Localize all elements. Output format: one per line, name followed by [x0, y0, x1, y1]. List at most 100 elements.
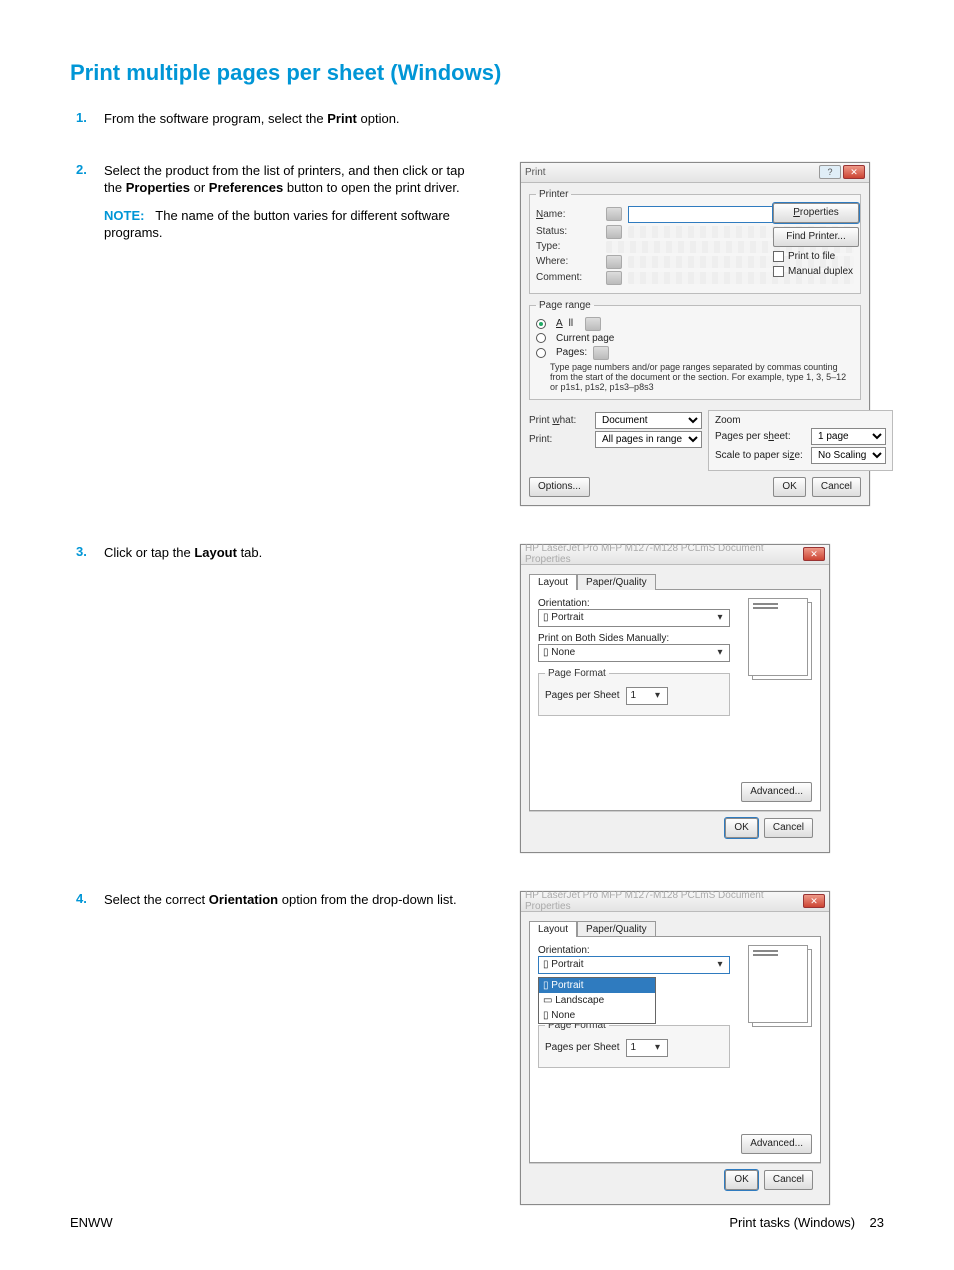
- comment-icon: [606, 271, 622, 285]
- options-button[interactable]: Options...: [529, 477, 590, 497]
- where-label: Where:: [536, 256, 600, 267]
- pages-per-sheet-select[interactable]: 1 page: [811, 428, 886, 445]
- tab-layout[interactable]: Layout: [529, 574, 577, 590]
- pages-radio[interactable]: Pages:: [536, 346, 854, 360]
- step-3-text-c: tab.: [237, 545, 262, 560]
- dialog-title: Print: [525, 167, 546, 178]
- print-dialog: Print ? ✕ Printer Name: Status: Type: W: [520, 162, 870, 506]
- print-what-label: Print what:: [529, 415, 589, 426]
- step-2-note: NOTE: The name of the button varies for …: [104, 207, 480, 242]
- scale-label: Scale to paper size:: [715, 450, 805, 461]
- ok-button[interactable]: OK: [773, 477, 805, 497]
- tab-layout[interactable]: Layout: [529, 921, 577, 937]
- orientation-option-none[interactable]: ▯ None: [539, 1008, 655, 1023]
- close-button[interactable]: ✕: [843, 165, 865, 179]
- pages-label: Pages:: [556, 347, 587, 358]
- cancel-button[interactable]: Cancel: [812, 477, 861, 497]
- both-sides-value: None: [551, 647, 575, 658]
- step-text: Select the product from the list of prin…: [104, 162, 480, 242]
- ok-button[interactable]: OK: [725, 1170, 757, 1190]
- footer-left: ENWW: [70, 1215, 113, 1230]
- dialog-titlebar: Print ? ✕: [521, 163, 869, 183]
- scale-select[interactable]: No Scaling: [811, 447, 886, 464]
- chevron-down-icon: ▾: [713, 959, 727, 970]
- pages-per-sheet-label: Pages per sheet:: [715, 431, 805, 442]
- manual-duplex-checkbox[interactable]: Manual duplex: [773, 266, 859, 277]
- step-text: From the software program, select the Pr…: [104, 110, 480, 128]
- pages-per-sheet-value: 1: [631, 1042, 637, 1053]
- step-number: 1.: [70, 110, 104, 128]
- print-to-file-label: Print to file: [788, 251, 835, 262]
- page-preview: [748, 945, 812, 1029]
- close-button[interactable]: ✕: [803, 547, 825, 561]
- orientation-select[interactable]: ▯ Portrait▾: [538, 609, 730, 627]
- orientation-label: Orientation:: [538, 598, 730, 609]
- pages-per-sheet-value: 1: [631, 690, 637, 701]
- current-page-label: Current page: [556, 333, 614, 344]
- step-number: 4.: [70, 891, 104, 909]
- status-label: Status:: [536, 226, 600, 237]
- step-4: 4. Select the correct Orientation option…: [70, 891, 480, 909]
- name-label: Name:: [536, 209, 600, 220]
- tab-paper-quality[interactable]: Paper/Quality: [577, 921, 656, 937]
- step-number: 2.: [70, 162, 104, 242]
- find-printer-button[interactable]: Find Printer...: [773, 227, 859, 247]
- chevron-down-icon: ▾: [651, 690, 665, 701]
- print-range-select[interactable]: All pages in range: [595, 431, 702, 448]
- help-button[interactable]: ?: [819, 165, 841, 179]
- chevron-down-icon: ▾: [713, 647, 727, 658]
- cancel-button[interactable]: Cancel: [764, 1170, 813, 1190]
- step-text: Click or tap the Layout tab.: [104, 544, 480, 562]
- tab-paper-quality[interactable]: Paper/Quality: [577, 574, 656, 590]
- dialog-title: HP LaserJet Pro MFP M127-M128 PCLmS Docu…: [525, 543, 803, 565]
- pages-per-sheet-label: Pages per Sheet: [545, 1042, 620, 1053]
- both-sides-select[interactable]: ▯ None▾: [538, 644, 730, 662]
- note-label: NOTE:: [104, 208, 144, 223]
- print-to-file-checkbox[interactable]: Print to file: [773, 251, 859, 262]
- ok-button[interactable]: OK: [725, 818, 757, 838]
- orientation-option-portrait[interactable]: ▯ Portrait: [539, 978, 655, 993]
- pages-per-sheet-select[interactable]: 1▾: [626, 687, 668, 705]
- step-3-bold: Layout: [194, 545, 237, 560]
- current-page-radio[interactable]: Current page: [536, 333, 854, 344]
- page-preview: [748, 598, 812, 682]
- chevron-down-icon: ▾: [713, 612, 727, 623]
- page-title: Print multiple pages per sheet (Windows): [70, 60, 884, 86]
- step-1-text-c: option.: [357, 111, 400, 126]
- orientation-label: Orientation:: [538, 945, 730, 956]
- layout-tab-panel: Orientation: ▯ Portrait▾ Print on Both S…: [529, 589, 821, 811]
- dialog-titlebar: HP LaserJet Pro MFP M127-M128 PCLmS Docu…: [521, 892, 829, 912]
- page-range-fieldset: Page range All Current page Pages: Type …: [529, 300, 861, 400]
- pages-hint: Type page numbers and/or page ranges sep…: [550, 362, 854, 393]
- step-1: 1. From the software program, select the…: [70, 110, 480, 128]
- dialog-titlebar: HP LaserJet Pro MFP M127-M128 PCLmS Docu…: [521, 545, 829, 565]
- orientation-value: Portrait: [551, 959, 583, 970]
- close-button[interactable]: ✕: [803, 894, 825, 908]
- printer-legend: Printer: [536, 189, 571, 200]
- step-2: 2. Select the product from the list of p…: [70, 162, 480, 242]
- step-4-text-c: option from the drop-down list.: [278, 892, 456, 907]
- properties-dialog-2: HP LaserJet Pro MFP M127-M128 PCLmS Docu…: [520, 891, 830, 1205]
- orientation-select[interactable]: ▯ Portrait▾: [538, 956, 730, 974]
- where-icon: [606, 255, 622, 269]
- footer-right: Print tasks (Windows) 23: [729, 1215, 884, 1230]
- status-icon: [606, 225, 622, 239]
- orientation-option-landscape[interactable]: ▭ Landscape: [539, 993, 655, 1008]
- step-2-bold-1: Properties: [126, 180, 190, 195]
- orientation-value: Portrait: [551, 612, 583, 623]
- pages-per-sheet-select[interactable]: 1▾: [626, 1039, 668, 1057]
- cancel-button[interactable]: Cancel: [764, 818, 813, 838]
- advanced-button[interactable]: Advanced...: [741, 782, 812, 802]
- print-what-select[interactable]: Document: [595, 412, 702, 429]
- step-number: 3.: [70, 544, 104, 562]
- page-format-fieldset: Page Format Pages per Sheet 1▾: [538, 1020, 730, 1068]
- page-format-fieldset: Page Format Pages per Sheet 1▾: [538, 668, 730, 716]
- properties-button[interactable]: Properties: [773, 203, 859, 223]
- advanced-button[interactable]: Advanced...: [741, 1134, 812, 1154]
- all-radio[interactable]: All: [536, 317, 854, 331]
- printer-fieldset: Printer Name: Status: Type: Where: Comme…: [529, 189, 861, 294]
- page-format-legend: Page Format: [545, 668, 609, 679]
- step-text: Select the correct Orientation option fr…: [104, 891, 480, 909]
- step-2-text-c: button to open the print driver.: [283, 180, 459, 195]
- footer-section-title: Print tasks (Windows): [729, 1215, 855, 1230]
